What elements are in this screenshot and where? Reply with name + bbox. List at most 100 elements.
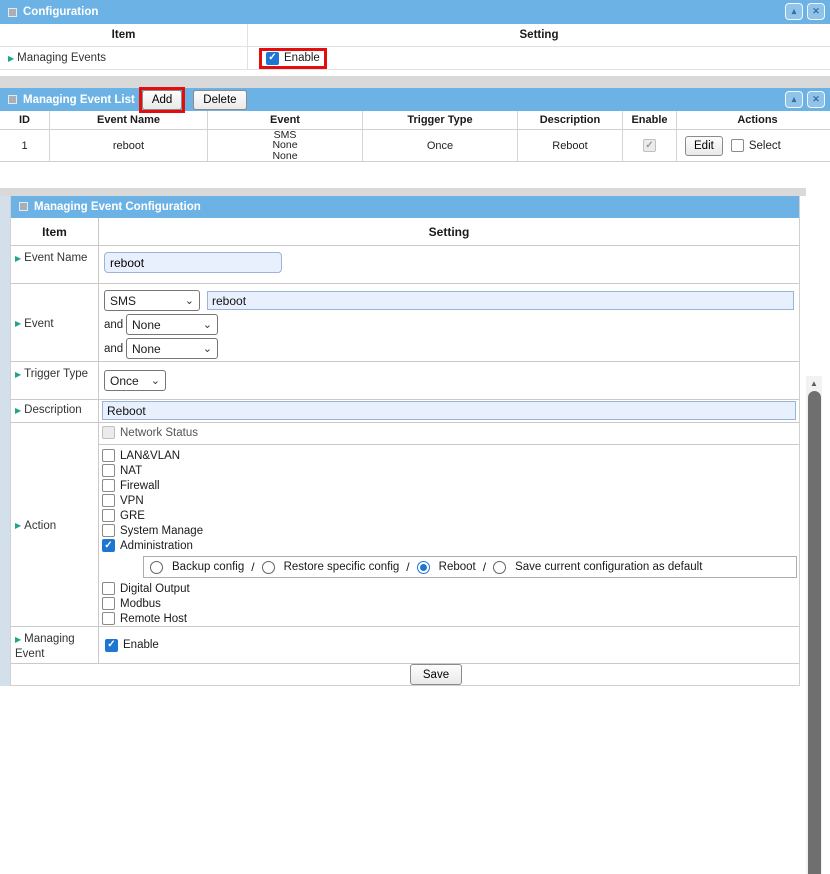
panel-icon [8,8,17,17]
delete-button[interactable]: Delete [193,90,246,110]
save-button[interactable]: Save [410,664,462,685]
backup-config-radio[interactable] [150,561,163,574]
vpn-label: VPN [120,495,144,507]
modbus-checkbox[interactable] [102,597,115,610]
vertical-scrollbar[interactable]: ▲ [806,376,822,874]
remote-host-checkbox[interactable] [102,612,115,625]
vpn-checkbox[interactable] [102,494,115,507]
gre-checkbox[interactable] [102,509,115,522]
configuration-panel-header: Configuration ▴ ✕ [0,0,830,24]
row-enable-cell: ✓ [623,130,677,161]
row-enable-checkbox: ✓ [643,139,656,152]
scrollbar-thumb[interactable] [808,391,821,874]
close-icon: ✕ [812,94,820,105]
nat-checkbox[interactable] [102,464,115,477]
highlight-box-add: Add [139,87,185,113]
close-button[interactable]: ✕ [807,91,825,108]
network-status-label: Network Status [120,427,198,439]
item-arrow-icon: ▶ [15,519,21,533]
managing-events-label: Managing Events [17,52,106,64]
managing-events-enable-checkbox[interactable]: ✓ [266,52,279,65]
item-arrow-icon: ▶ [8,54,14,63]
panel-title: Configuration [23,6,98,18]
editor-table-header: Item Setting [11,218,799,247]
event-list-table-header: ID Event Name Event Trigger Type Descrip… [0,111,830,130]
enable-label: Enable [123,639,159,651]
select-value: SMS [110,294,136,308]
scroll-up-button[interactable]: ▲ [806,376,822,390]
action-setting-cell: Network Status LAN&VLAN NAT Firewall VPN… [99,423,799,626]
system-manage-checkbox[interactable] [102,524,115,537]
digital-output-checkbox[interactable] [102,582,115,595]
reboot-label: Reboot [439,561,476,573]
event-list-panel-header: Managing Event List Add Delete ▴ ✕ [0,88,830,111]
panel-icon [19,202,28,211]
description-row: ▶Description [11,400,799,423]
firewall-checkbox[interactable] [102,479,115,492]
event-line: None [272,151,297,162]
reboot-radio[interactable] [417,561,430,574]
check-icon: ✓ [107,640,115,650]
trigger-type-label-cell: ▶Trigger Type [11,362,99,399]
column-header-trigger-type: Trigger Type [363,111,518,129]
column-header-setting: Setting [99,218,799,246]
item-arrow-icon: ▶ [15,370,21,379]
administration-options-group: Backup config / Restore specific config … [143,556,797,578]
edit-button[interactable]: Edit [685,136,723,156]
column-header-setting: Setting [248,24,830,46]
managing-event-enable-checkbox[interactable]: ✓ [105,639,118,652]
column-header-item: Item [0,24,248,46]
administration-checkbox[interactable]: ✓ [102,539,115,552]
panel-icon [8,95,17,104]
trigger-type-label: Trigger Type [24,368,88,380]
trigger-type-select[interactable]: Once ⌄ [104,370,166,391]
panel-title: Managing Event Configuration [34,201,201,213]
radio-separator: / [251,560,254,574]
collapse-button[interactable]: ▴ [785,91,803,108]
row-event: SMS None None [208,130,363,161]
select-value: None [132,342,161,356]
event-label: Event [24,317,53,331]
system-manage-label: System Manage [120,525,203,537]
description-input[interactable] [102,401,796,420]
chevron-down-icon: ⌄ [203,322,212,329]
column-header-id: ID [0,111,50,129]
managing-event-row: ▶Managing Event ✓ Enable [11,627,799,664]
managing-events-setting-cell: ✓ Enable [248,47,830,69]
event-label-cell: ▶Event [11,284,99,361]
lan-vlan-label: LAN&VLAN [120,450,180,462]
chevron-down-icon: ⌄ [185,298,194,305]
item-arrow-icon: ▶ [15,317,21,331]
description-setting-cell [99,400,799,422]
save-row: Save [11,664,799,686]
row-select-checkbox[interactable] [731,139,744,152]
network-status-checkbox [102,426,115,439]
collapse-icon: ▴ [792,6,797,17]
column-header-actions: Actions [677,111,830,129]
and-label: and [104,319,126,331]
collapse-button[interactable]: ▴ [785,3,803,20]
event-name-input[interactable] [104,252,282,273]
chevron-down-icon: ⌄ [203,346,212,353]
add-button[interactable]: Add [142,90,182,110]
item-arrow-icon: ▶ [15,254,21,263]
item-arrow-icon: ▶ [15,635,21,644]
managing-events-row: ▶ Managing Events ✓ Enable [0,47,830,70]
restore-config-radio[interactable] [262,561,275,574]
radio-separator: / [406,560,409,574]
chevron-down-icon: ⌄ [151,378,160,385]
item-arrow-icon: ▶ [15,406,21,415]
action-row: ▶Action Network Status LAN&VLAN NAT Fire… [11,423,799,627]
lan-vlan-checkbox[interactable] [102,449,115,462]
select-value: Once [110,374,139,388]
event-param-input[interactable] [207,291,794,310]
event-type-select-1[interactable]: SMS ⌄ [104,290,200,311]
save-default-radio[interactable] [493,561,506,574]
administration-label: Administration [120,540,193,552]
enable-label: Enable [284,52,320,64]
row-event-name: reboot [50,130,208,161]
highlight-box-enable: ✓ Enable [259,48,327,69]
event-type-select-2[interactable]: None ⌄ [126,314,218,335]
close-button[interactable]: ✕ [807,3,825,20]
event-type-select-3[interactable]: None ⌄ [126,338,218,359]
